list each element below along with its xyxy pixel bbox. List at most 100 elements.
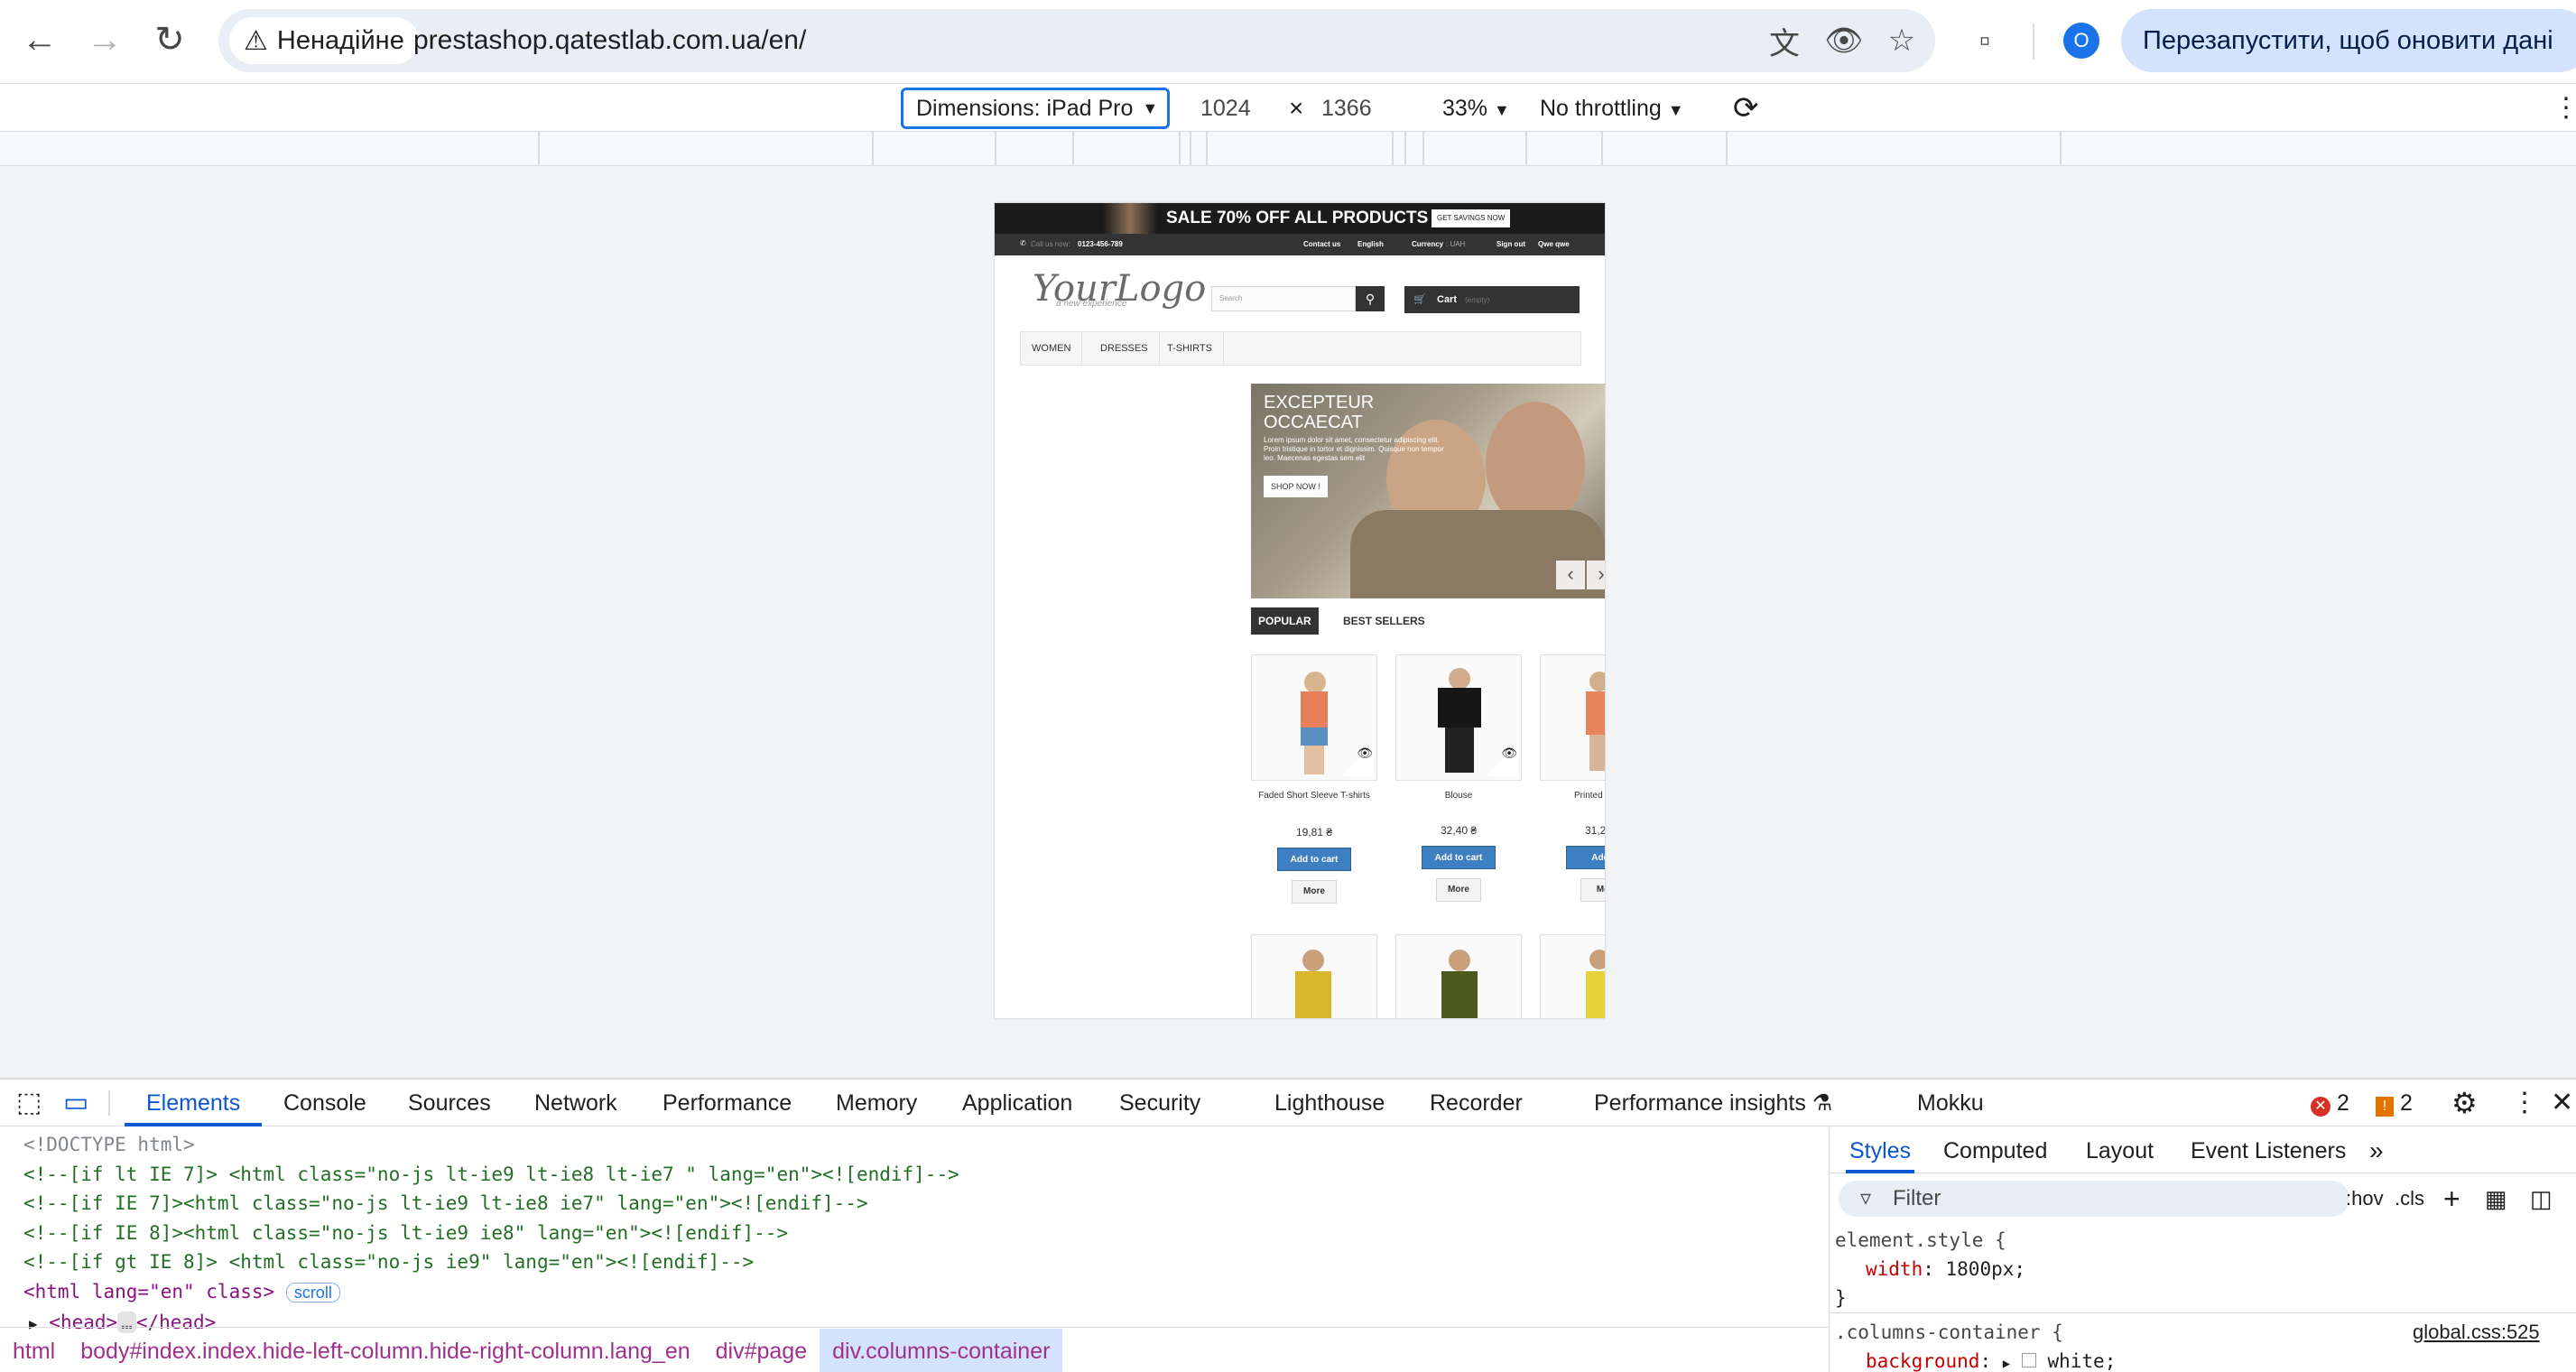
tab-sources[interactable]: Sources [408,1080,491,1126]
close-icon[interactable]: ✕ [2551,1080,2573,1126]
breadcrumb-body[interactable]: body#index.index.hide-left-column.hide-r… [68,1329,702,1372]
tab-styles[interactable]: Styles [1846,1128,1915,1173]
tab-console[interactable]: Console [283,1080,366,1126]
promo-banner[interactable]: SALE 70% OFF ALL PRODUCTS GET SAVINGS NO… [995,203,1605,234]
dom-line-html[interactable]: <html lang="en" class> scroll [23,1277,1829,1308]
emulated-viewport[interactable]: SALE 70% OFF ALL PRODUCTS GET SAVINGS NO… [995,203,1605,1018]
tab-recorder[interactable]: Recorder [1430,1080,1523,1126]
more-button[interactable]: Mo [1580,878,1605,902]
breadcrumb-columns-container[interactable]: div.columns-container [820,1328,1063,1372]
hov-toggle[interactable]: :hov [2346,1181,2384,1217]
tab-network[interactable]: Network [534,1080,617,1126]
rotate-icon[interactable]: ⟳ [1733,84,1759,133]
forward-icon[interactable]: → [81,16,128,63]
breadcrumb-page[interactable]: div#page [703,1329,820,1372]
scroll-badge[interactable]: scroll [285,1282,340,1302]
quick-view-icon[interactable]: 👁 [1342,746,1373,776]
dom-tree[interactable]: <!DOCTYPE html> <!--[if lt IE 7]> <html … [0,1128,1829,1333]
cart-button[interactable]: 🛒 Cart (empty) [1404,286,1580,313]
add-to-cart-button[interactable]: Add to cart [1277,848,1351,871]
product-image[interactable] [1395,934,1522,1018]
warning-counter[interactable]: ! 2 [2376,1080,2413,1126]
tab-best-sellers[interactable]: BEST SELLERS [1336,607,1432,635]
css-selector[interactable]: element.style { [1835,1226,2006,1255]
chevron-right-icon[interactable]: › [1587,561,1605,589]
inspect-element-icon[interactable]: ⬚ [16,1080,42,1126]
eye-slash-icon[interactable]: 👁 [1823,20,1865,61]
product-name[interactable]: Printed [1540,790,1605,802]
add-to-cart-button[interactable]: Add to cart [1422,846,1496,869]
tab-performance-insights[interactable]: Performance insights ⚗ [1594,1080,1832,1126]
tab-layout[interactable]: Layout [2086,1128,2154,1173]
promo-button[interactable]: GET SAVINGS NOW [1432,209,1511,227]
product-name[interactable]: Blouse [1395,790,1522,802]
css-declaration[interactable]: width: 1800px; [1866,1255,2025,1284]
more-tabs-icon[interactable]: » [2369,1128,2384,1173]
bookmark-star-icon[interactable]: ☆ [1881,20,1923,61]
translate-icon[interactable]: 文 [1764,20,1805,61]
profile-avatar[interactable]: O [2063,23,2099,59]
extensions-icon[interactable]: ▫ [1964,20,2006,61]
tab-popular[interactable]: POPULAR [1251,607,1319,635]
more-options-icon[interactable]: ⋮ [2553,84,2576,133]
breadcrumb-html[interactable]: html [0,1329,68,1372]
css-source-link[interactable]: global.css:525 [2413,1318,2540,1347]
sidebar-toggle-icon[interactable]: ◫ [2530,1181,2553,1217]
height-input[interactable]: 1366 [1321,84,1372,133]
contact-link[interactable]: Contact us [1303,240,1340,248]
expand-triangle-icon[interactable]: ▶ [2003,1357,2010,1371]
more-button[interactable]: More [1292,880,1337,904]
tab-elements[interactable]: Elements [125,1080,263,1126]
dimensions-select[interactable]: Dimensions: iPad Pro ▼ [901,88,1170,129]
tab-performance[interactable]: Performance [663,1080,792,1126]
more-button[interactable]: More [1436,878,1481,902]
device-toggle-icon[interactable]: ▭ [63,1080,88,1126]
add-to-cart-button[interactable]: Add t [1566,846,1605,869]
dom-line[interactable]: <!--[if lt IE 7]> <html class="no-js lt-… [23,1160,1829,1190]
product-image[interactable] [1540,654,1605,781]
dom-line[interactable]: <!--[if gt IE 8]> <html class="no-js ie9… [23,1247,1829,1277]
relaunch-button[interactable]: Перезапустити, щоб оновити дані [2121,9,2576,72]
menu-item-women[interactable]: WOMEN [1021,332,1083,365]
product-image[interactable] [1251,934,1377,1018]
language-select[interactable]: English [1357,240,1384,248]
css-declaration[interactable]: background: ▶ white; [1866,1347,2116,1372]
menu-item-tshirts[interactable]: T-SHIRTS [1156,332,1224,365]
security-chip[interactable]: ⚠ Ненадійне [229,17,419,64]
error-counter[interactable]: ✕ 2 [2311,1080,2349,1126]
url-text[interactable]: prestashop.qatestlab.com.ua/en/ [413,9,806,72]
cls-toggle[interactable]: .cls [2395,1181,2424,1217]
tab-computed[interactable]: Computed [1943,1128,2047,1173]
chevron-left-icon[interactable]: ‹ [1556,561,1585,589]
quick-view-icon[interactable]: 👁 [1487,746,1517,776]
account-link[interactable]: Qwe qwe [1538,240,1570,248]
tab-application[interactable]: Application [962,1080,1072,1126]
currency-label[interactable]: Currency [1412,240,1443,248]
back-icon[interactable]: ← [16,16,63,63]
reload-icon[interactable]: ↻ [146,16,193,63]
media-query-ruler[interactable] [0,132,2576,166]
zoom-select[interactable]: 33% ▼ [1442,84,1510,133]
product-image[interactable]: 👁 [1251,654,1377,781]
throttling-select[interactable]: No throttling ▼ [1540,84,1684,133]
homepage-slider[interactable]: EXCEPTEUR OCCAECAT Lorem ipsum dolor sit… [1251,384,1605,598]
sign-out-link[interactable]: Sign out [1496,240,1525,248]
tab-event-listeners[interactable]: Event Listeners [2191,1128,2346,1173]
add-rule-icon[interactable]: + [2443,1181,2460,1217]
paint-icon[interactable]: ▦ [2485,1181,2507,1217]
search-icon[interactable]: ⚲ [1356,286,1385,311]
address-bar[interactable]: ⚠ Ненадійне prestashop.qatestlab.com.ua/… [218,9,1935,72]
dom-line[interactable]: <!DOCTYPE html> [23,1130,1829,1160]
search-input[interactable]: Search [1211,286,1356,311]
styles-filter-input[interactable]: ▿ Filter [1839,1181,2349,1217]
product-name[interactable]: Faded Short Sleeve T-shirts [1251,790,1377,802]
product-image[interactable] [1540,934,1605,1018]
color-swatch[interactable] [2021,1353,2036,1367]
more-options-icon[interactable]: ⋮ [2511,1080,2538,1126]
css-selector[interactable]: .columns-container { [1835,1318,2063,1347]
gear-icon[interactable]: ⚙ [2451,1080,2478,1126]
width-input[interactable]: 1024 [1200,84,1251,133]
product-image[interactable]: 👁 [1395,654,1522,781]
tab-security[interactable]: Security [1119,1080,1200,1126]
shop-now-button[interactable]: SHOP NOW ! [1264,476,1328,497]
